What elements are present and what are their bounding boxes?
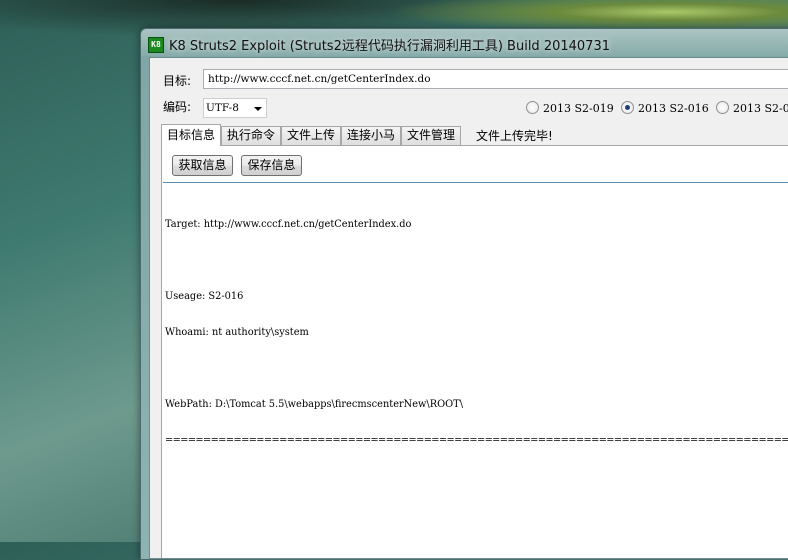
- encoding-label: 编码:: [163, 100, 192, 114]
- encoding-value: UTF-8: [206, 102, 239, 114]
- k8-app-icon: K8: [148, 37, 164, 53]
- window-title: K8 Struts2 Exploit (Struts2远程代码执行漏洞利用工具)…: [169, 39, 610, 54]
- target-url-input[interactable]: http://www.cccf.net.cn/getCenterIndex.do: [203, 69, 788, 89]
- radio-selected-icon: [621, 101, 634, 114]
- encoding-select[interactable]: UTF-8: [203, 98, 267, 118]
- save-info-button[interactable]: 保存信息: [241, 155, 302, 176]
- tab-exec-command[interactable]: 执行命令: [221, 126, 281, 145]
- output-line: Target: http://www.cccf.net.cn/getCenter…: [165, 219, 412, 230]
- radio-icon: [716, 101, 729, 114]
- tab-file-manager[interactable]: 文件管理: [401, 126, 461, 145]
- client-area: 目标: http://www.cccf.net.cn/getCenterInde…: [149, 57, 788, 559]
- exploit-radio-s2-016[interactable]: 2013 S2-016: [621, 101, 709, 115]
- output-line: Useage: S2-016: [165, 291, 244, 302]
- exploit-radio-s2-019[interactable]: 2013 S2-019: [526, 101, 614, 115]
- status-text: 文件上传完毕!: [476, 129, 553, 143]
- output-line: WebPath: D:\Tomcat 5.5\webapps\firecmsce…: [165, 399, 464, 410]
- target-label: 目标:: [163, 74, 192, 88]
- chevron-down-icon: [254, 107, 262, 111]
- tab-file-upload[interactable]: 文件上传: [281, 126, 341, 145]
- tab-connect-shell[interactable]: 连接小马: [341, 126, 401, 145]
- exploit-radio-s2-0xx[interactable]: 2013 S2-0: [716, 101, 788, 115]
- app-window: K8 K8 Struts2 Exploit (Struts2远程代码执行漏洞利用…: [140, 28, 788, 560]
- output-separator: ========================================…: [165, 435, 788, 446]
- output-textarea[interactable]: Target: http://www.cccf.net.cn/getCenter…: [163, 182, 788, 558]
- radio-icon: [526, 101, 539, 114]
- tab-panel-target-info: 获取信息 保存信息 Target: http://www.cccf.net.cn…: [161, 145, 788, 558]
- tab-target-info[interactable]: 目标信息: [161, 124, 221, 146]
- output-line: Whoami: nt authority\system: [165, 327, 309, 338]
- title-bar[interactable]: K8 K8 Struts2 Exploit (Struts2远程代码执行漏洞利用…: [141, 29, 788, 56]
- get-info-button[interactable]: 获取信息: [172, 155, 233, 176]
